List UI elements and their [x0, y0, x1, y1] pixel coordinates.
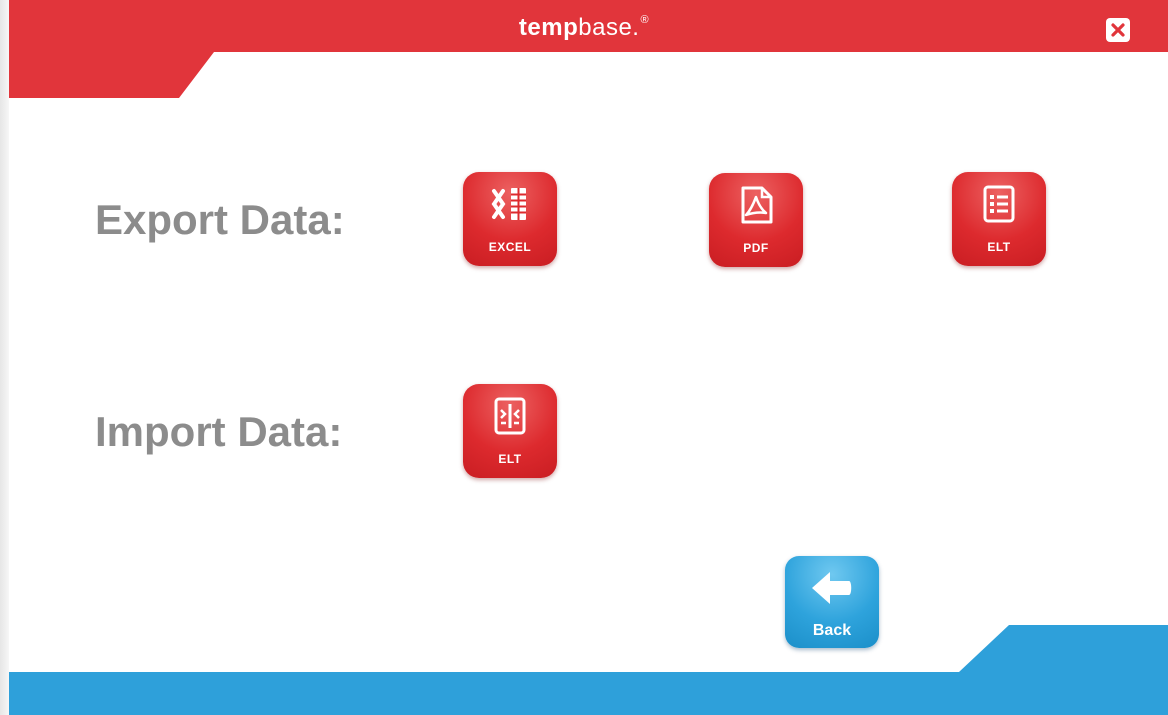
close-x-icon — [1111, 23, 1125, 37]
export-pdf-label: PDF — [743, 241, 769, 255]
brand-logo-light: base. — [578, 14, 640, 41]
export-elt-button[interactable]: ELT — [952, 172, 1046, 266]
arrow-left-icon — [812, 572, 852, 604]
list-document-icon — [983, 185, 1015, 223]
back-label: Back — [812, 622, 852, 639]
import-elt-button[interactable]: ELT — [463, 384, 557, 478]
export-data-label: Export Data: — [95, 196, 345, 243]
brand-logo-bold: temp — [518, 14, 579, 41]
import-document-icon — [494, 397, 526, 435]
brand-registered-mark: ® — [640, 14, 650, 26]
excel-icon — [491, 188, 526, 220]
close-button[interactable] — [1106, 18, 1130, 42]
import-data-label: Import Data: — [95, 408, 343, 455]
left-frame-edge — [0, 0, 9, 715]
back-button[interactable]: Back — [785, 556, 879, 648]
export-excel-label: EXCEL — [488, 240, 532, 254]
pdf-icon — [741, 186, 773, 224]
import-elt-label: ELT — [498, 452, 522, 466]
brand-logo: tempbase.® — [0, 14, 1168, 42]
export-elt-label: ELT — [987, 240, 1011, 254]
footer-bar — [9, 620, 1168, 715]
export-excel-button[interactable]: EXCEL — [463, 172, 557, 266]
export-pdf-button[interactable]: PDF — [709, 173, 803, 267]
